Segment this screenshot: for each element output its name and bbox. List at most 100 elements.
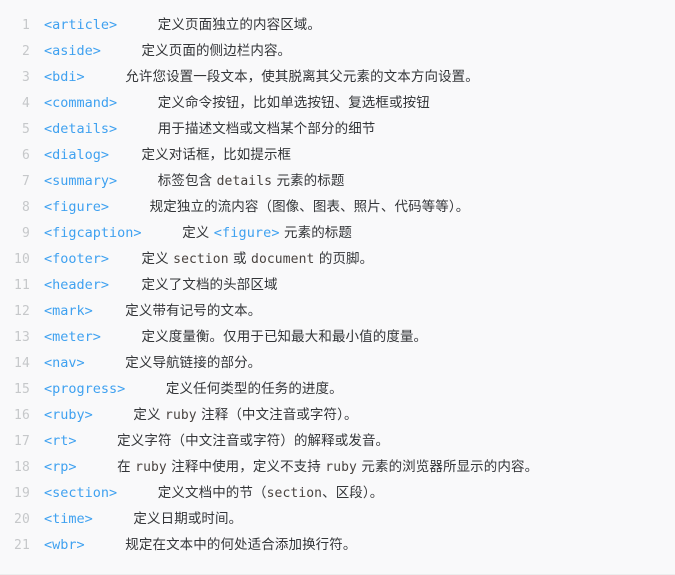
code-line: 2 <aside> 定义页面的侧边栏内容。	[0, 38, 675, 64]
line-number: 6	[21, 148, 30, 163]
code-line-content: <meter> 定义度量衡。仅用于已知最大和最小值的度量。	[30, 324, 427, 350]
tag-description-spacer	[101, 43, 142, 59]
description-text: 的页脚。	[314, 251, 374, 267]
html-tag-name: <time>	[44, 511, 93, 527]
line-number: 20	[13, 512, 30, 527]
code-line-content: <figure> 规定独立的流内容（图像、图表、照片、代码等等）。	[30, 194, 469, 220]
code-line-content: <summary> 标签包含 details 元素的标题	[30, 168, 345, 195]
html5-tag-reference-code-listing: 1 <article> 定义页面独立的内容区域。 2 <aside> 定义页面的侧边栏…	[0, 0, 675, 575]
tag-description-spacer	[109, 199, 150, 215]
line-number: 2	[21, 44, 30, 59]
code-line-content: <aside> 定义页面的侧边栏内容。	[30, 38, 291, 64]
tag-description-spacer	[85, 355, 126, 371]
description-text: 定义度量衡。仅用于已知最大和最小值的度量。	[141, 329, 428, 345]
tag-description-spacer	[77, 433, 118, 449]
description-text: 标签包含	[157, 173, 217, 189]
tag-description: 定义带有记号的文本。	[125, 303, 261, 319]
html-tag-name: <mark>	[44, 303, 93, 319]
description-text: 元素的标题	[279, 225, 353, 241]
code-line: 6 <dialog> 定义对话框，比如提示框	[0, 142, 675, 168]
line-number: 10	[13, 252, 30, 267]
code-line: 14 <nav> 定义导航链接的部分。	[0, 350, 675, 376]
html-tag-name: <section>	[44, 485, 118, 501]
code-line-content: <wbr> 规定在文本中的何处适合添加换行符。	[30, 532, 356, 558]
tag-description-spacer	[85, 69, 126, 85]
code-line-content: <bdi> 允许您设置一段文本，使其脱离其父元素的文本方向设置。	[30, 64, 479, 90]
tag-description: 规定在文本中的何处适合添加换行符。	[125, 537, 356, 553]
tag-description: 定义导航链接的部分。	[125, 355, 261, 371]
code-line: 19 <section> 定义文档中的节（section、区段）。	[0, 480, 675, 506]
description-text: 允许您设置一段文本，使其脱离其父元素的文本方向设置。	[125, 69, 479, 85]
tag-description-spacer	[142, 225, 183, 241]
tag-description-spacer	[93, 511, 134, 527]
code-line: 17 <rt> 定义字符（中文注音或字符）的解释或发音。	[0, 428, 675, 454]
tag-description-spacer	[85, 537, 126, 553]
tag-description-spacer	[93, 303, 126, 319]
code-line: 21 <wbr> 规定在文本中的何处适合添加换行符。	[0, 532, 675, 558]
line-number: 11	[13, 278, 30, 293]
code-line-content: <article> 定义页面独立的内容区域。	[30, 12, 321, 38]
tag-description: 定义字符（中文注音或字符）的解释或发音。	[117, 433, 389, 449]
line-number: 7	[21, 174, 30, 189]
tag-description: 定义 section 或 document 的页脚。	[142, 251, 374, 267]
description-text: 规定独立的流内容（图像、图表、照片、代码等等）。	[149, 199, 470, 215]
code-line-content: <dialog> 定义对话框，比如提示框	[30, 142, 291, 168]
html-tag-name: <progress>	[44, 381, 126, 397]
tag-description-spacer	[117, 121, 158, 137]
tag-description: 定义页面独立的内容区域。	[158, 17, 321, 33]
description-text: 定义对话框，比如提示框	[141, 147, 292, 163]
code-line: 16 <ruby> 定义 ruby 注释（中文注音或字符）。	[0, 402, 675, 428]
line-number: 13	[13, 330, 30, 345]
code-line-content: <mark> 定义带有记号的文本。	[30, 298, 261, 324]
code-line-content: <footer> 定义 section 或 document 的页脚。	[30, 246, 373, 273]
tag-description-spacer	[109, 147, 142, 163]
tag-description-spacer	[117, 485, 158, 501]
code-line-content: <progress> 定义任何类型的任务的进度。	[30, 376, 343, 402]
code-line: 12 <mark> 定义带有记号的文本。	[0, 298, 675, 324]
html-tag-name: <bdi>	[44, 69, 85, 85]
line-number: 9	[21, 226, 30, 241]
html-tag-name: <command>	[44, 95, 118, 111]
html-tag-name: <figure>	[44, 199, 110, 215]
description-text: 规定在文本中的何处适合添加换行符。	[125, 537, 357, 553]
description-text: 定义页面独立的内容区域。	[157, 17, 321, 33]
code-line: 7 <summary> 标签包含 details 元素的标题	[0, 168, 675, 194]
inline-code-token: ruby	[325, 460, 357, 475]
code-line: 15 <progress> 定义任何类型的任务的进度。	[0, 376, 675, 402]
line-number: 17	[13, 434, 30, 449]
html-tag-name: <aside>	[44, 43, 101, 59]
description-text: 定义导航链接的部分。	[125, 355, 262, 371]
tag-description: 定义日期或时间。	[133, 511, 242, 527]
description-text: 定义日期或时间。	[133, 511, 243, 527]
inline-html-tag-token: <figure>	[213, 225, 280, 241]
inline-code-token: ruby	[165, 408, 197, 423]
tag-description-spacer	[93, 407, 134, 423]
html-tag-name: <details>	[44, 121, 118, 137]
html-tag-name: <meter>	[44, 329, 101, 345]
description-text: 用于描述文档或文档某个部分的细节	[157, 121, 376, 137]
tag-description: 定义 <figure> 元素的标题	[182, 225, 352, 241]
description-text: 或	[228, 251, 252, 267]
html-tag-name: <footer>	[44, 251, 110, 267]
line-number: 18	[13, 460, 30, 475]
description-text: 定义文档中的节（	[157, 485, 267, 501]
inline-code-token: section	[266, 486, 323, 501]
code-line-content: <details> 用于描述文档或文档某个部分的细节	[30, 116, 375, 142]
tag-description-spacer	[109, 277, 142, 293]
code-line: 1 <article> 定义页面独立的内容区域。	[0, 12, 675, 38]
tag-description: 允许您设置一段文本，使其脱离其父元素的文本方向设置。	[125, 69, 479, 85]
line-number: 5	[21, 122, 30, 137]
html-tag-name: <header>	[44, 277, 110, 293]
inline-code-token: document	[251, 252, 315, 267]
code-line: 13 <meter> 定义度量衡。仅用于已知最大和最小值的度量。	[0, 324, 675, 350]
line-number: 15	[13, 382, 30, 397]
html-tag-name: <rp>	[44, 459, 77, 475]
tag-description: 定义页面的侧边栏内容。	[142, 43, 292, 59]
code-line-content: <nav> 定义导航链接的部分。	[30, 350, 261, 376]
tag-description-spacer	[117, 95, 158, 111]
code-line-content: <header> 定义了文档的头部区域	[30, 272, 278, 298]
tag-description: 规定独立的流内容（图像、图表、照片、代码等等）。	[150, 199, 470, 215]
code-line: 9 <figcaption> 定义 <figure> 元素的标题	[0, 220, 675, 246]
code-line-content: <rp> 在 ruby 注释中使用，定义不支持 ruby 元素的浏览器所显示的内…	[30, 454, 538, 481]
description-text: 、区段）。	[322, 485, 384, 501]
